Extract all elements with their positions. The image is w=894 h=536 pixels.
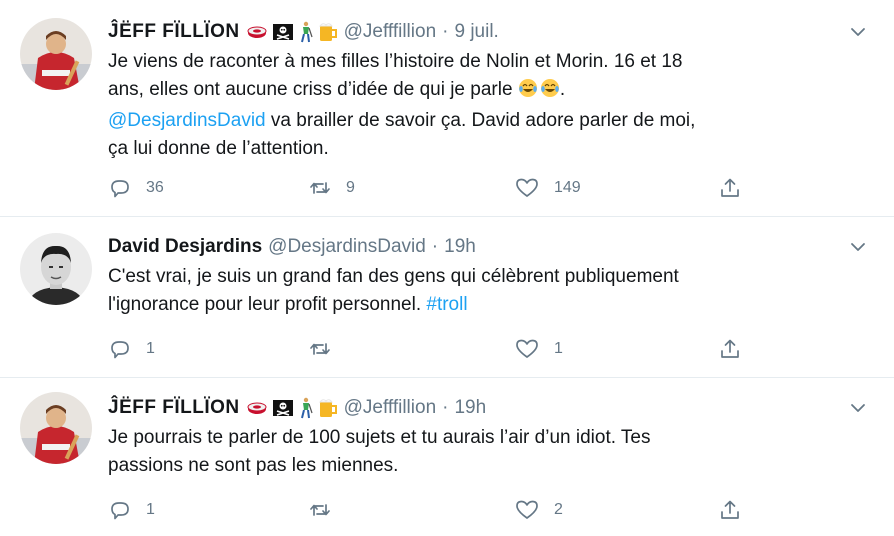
tweet-text: Je pourrais te parler de 100 sujets et t… <box>108 424 868 480</box>
tweet-line: @DesjardinsDavid va brailler de savoir ç… <box>108 107 868 135</box>
reply-count: 1 <box>146 501 155 518</box>
reply-icon <box>111 180 129 198</box>
tweet-time[interactable]: 19h <box>444 236 476 258</box>
golfer-icon <box>300 397 313 419</box>
tweet-line-text: l'ignorance pour leur profit personnel. <box>108 294 427 315</box>
tweet-2-header: David Desjardins @DesjardinsDavid · 19h <box>108 233 476 261</box>
author-handle[interactable]: @Jefffillion <box>344 21 437 43</box>
separator-dot: · <box>442 21 449 42</box>
tweet-2[interactable]: David Desjardins @DesjardinsDavid · 19h … <box>0 217 894 377</box>
hockey-puck-icon <box>247 402 267 414</box>
share-button[interactable] <box>718 496 742 524</box>
reply-button[interactable]: 1 <box>108 335 155 363</box>
author-handle[interactable]: @DesjardinsDavid <box>268 236 426 258</box>
tweet-1-header: ĴËFF FÏLLÏON @Jefffillion · 9 juil. <box>108 18 499 46</box>
retweet-icon <box>310 504 330 516</box>
reply-icon <box>111 341 129 359</box>
retweet-button[interactable] <box>308 496 332 524</box>
hashtag-link[interactable]: #troll <box>426 294 467 315</box>
retweet-count: 9 <box>346 179 355 196</box>
avatar-jeff[interactable] <box>20 392 92 464</box>
author-name[interactable]: ĴËFF FÏLLÏON <box>108 397 240 419</box>
tweet-line: l'ignorance pour leur profit personnel. … <box>108 291 868 319</box>
tweet-line: passions ne sont pas les miennes. <box>108 455 399 476</box>
chevron-down-icon[interactable] <box>850 400 866 416</box>
beer-mug-icon <box>318 399 337 417</box>
chevron-down-icon[interactable] <box>850 239 866 255</box>
separator-dot: · <box>431 236 439 257</box>
retweet-icon <box>310 182 330 194</box>
reply-count: 36 <box>146 179 164 196</box>
tweet-line-end: . <box>559 79 566 100</box>
tweet-actions: 36 9 149 <box>108 174 748 202</box>
retweet-button[interactable]: 9 <box>308 174 355 202</box>
tweet-text: C'est vrai, je suis un grand fan des gen… <box>108 263 868 319</box>
reply-button[interactable]: 1 <box>108 496 155 524</box>
share-icon <box>721 178 739 197</box>
hockey-puck-icon <box>247 26 267 38</box>
share-icon <box>721 500 739 519</box>
share-icon <box>721 339 739 358</box>
tweet-line: ça lui donne de l’attention. <box>108 138 329 159</box>
tweet-actions: 1 2 <box>108 496 748 524</box>
retweet-button[interactable] <box>308 335 332 363</box>
beer-mug-icon <box>318 23 337 41</box>
like-button[interactable]: 1 <box>514 335 563 363</box>
heart-icon <box>516 339 538 358</box>
pirate-flag-icon <box>272 400 293 416</box>
tweet-line-text: ans, elles ont aucune criss d’idée de qu… <box>108 79 518 100</box>
reply-count: 1 <box>146 340 155 357</box>
joy-emoji-icon <box>518 78 560 107</box>
mention-link[interactable]: @DesjardinsDavid <box>108 110 266 131</box>
like-count: 1 <box>554 340 563 357</box>
tweet-line: Je pourrais te parler de 100 sujets et t… <box>108 427 651 448</box>
author-name[interactable]: David Desjardins <box>108 236 262 258</box>
heart-icon <box>516 178 538 197</box>
golfer-icon <box>300 21 313 43</box>
tweet-1[interactable]: ĴËFF FÏLLÏON @Jefffillion · 9 juil. Je v… <box>0 0 894 216</box>
tweet-3[interactable]: ĴËFF FÏLLÏON @Jefffillion · 19h Je pourr… <box>0 378 894 536</box>
tweet-line: Je viens de raconter à mes filles l’hist… <box>108 51 683 72</box>
like-button[interactable]: 149 <box>514 174 581 202</box>
chevron-down-icon[interactable] <box>850 24 866 40</box>
name-emojis <box>246 21 338 43</box>
separator-dot: · <box>442 397 449 418</box>
reply-icon <box>111 502 129 520</box>
share-button[interactable] <box>718 335 742 363</box>
like-count: 149 <box>554 179 581 196</box>
author-name[interactable]: ĴËFF FÏLLÏON <box>108 21 240 43</box>
pirate-flag-icon <box>272 24 293 40</box>
tweet-actions: 1 1 <box>108 335 748 363</box>
tweet-time[interactable]: 9 juil. <box>454 21 498 43</box>
tweet-time[interactable]: 19h <box>454 397 486 419</box>
author-handle[interactable]: @Jefffillion <box>344 397 437 419</box>
avatar-david[interactable] <box>20 233 92 305</box>
tweet-line: C'est vrai, je suis un grand fan des gen… <box>108 266 679 287</box>
tweet-3-header: ĴËFF FÏLLÏON @Jefffillion · 19h <box>108 394 486 422</box>
retweet-icon <box>310 343 330 355</box>
tweet-line-text: va brailler de savoir ça. David adore pa… <box>265 110 696 131</box>
tweet-line: ans, elles ont aucune criss d’idée de qu… <box>108 76 868 107</box>
like-count: 2 <box>554 501 563 518</box>
name-emojis <box>246 397 338 419</box>
reply-button[interactable]: 36 <box>108 174 164 202</box>
share-button[interactable] <box>718 174 742 202</box>
avatar-jeff[interactable] <box>20 18 92 90</box>
like-button[interactable]: 2 <box>514 496 563 524</box>
tweet-text: Je viens de raconter à mes filles l’hist… <box>108 48 868 163</box>
heart-icon <box>516 500 538 519</box>
